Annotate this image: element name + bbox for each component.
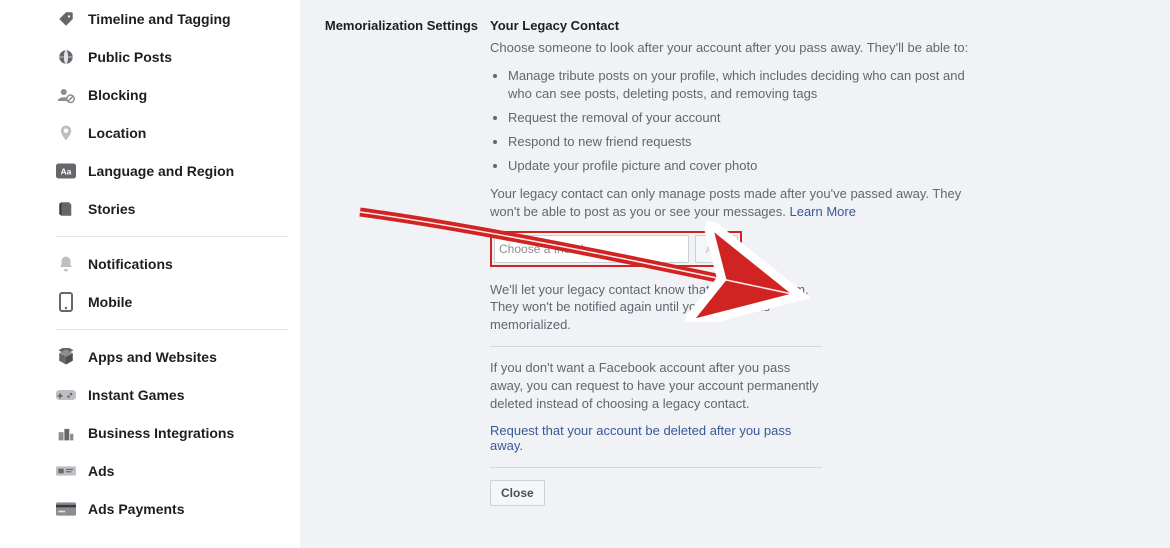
- sidebar-divider: [56, 329, 288, 330]
- ads-icon: [56, 461, 76, 481]
- legacy-contact-panel: Your Legacy Contact Choose someone to lo…: [490, 18, 990, 506]
- sidebar-item-label: Ads: [88, 463, 114, 479]
- sidebar-item-stories[interactable]: Stories: [56, 190, 288, 228]
- sidebar-item-label: Instant Games: [88, 387, 184, 403]
- sidebar-item-notifications[interactable]: Notifications: [56, 245, 288, 283]
- svg-text:Aa: Aa: [61, 166, 72, 176]
- sidebar-item-label: Timeline and Tagging: [88, 11, 231, 27]
- sidebar-item-label: Blocking: [88, 87, 147, 103]
- section-label-column: Memorialization Settings: [300, 18, 490, 506]
- choose-friend-input-wrap: [494, 235, 689, 263]
- delete-account-text: If you don't want a Facebook account aft…: [490, 359, 822, 413]
- legacy-limitations-text: Your legacy contact can only manage post…: [490, 185, 990, 221]
- list-item: Manage tribute posts on your profile, wh…: [508, 67, 990, 103]
- list-item: Request the removal of your account: [508, 109, 990, 127]
- list-item: Update your profile picture and cover ph…: [508, 157, 990, 175]
- sidebar-item-ads[interactable]: Ads: [56, 452, 288, 490]
- apps-icon: [56, 347, 76, 367]
- sidebar-item-label: Stories: [88, 201, 135, 217]
- content-divider: [490, 346, 822, 347]
- location-pin-icon: [56, 123, 76, 143]
- request-delete-link[interactable]: Request that your account be deleted aft…: [490, 423, 791, 453]
- sidebar-item-mobile[interactable]: Mobile: [56, 283, 288, 321]
- sidebar-item-timeline-tagging[interactable]: Timeline and Tagging: [56, 0, 288, 38]
- choose-friend-highlight: Add: [490, 231, 742, 267]
- sidebar-item-label: Notifications: [88, 256, 173, 272]
- sidebar-item-ads-payments[interactable]: Ads Payments: [56, 490, 288, 528]
- settings-sidebar: Timeline and Tagging Public Posts Blocki…: [0, 0, 300, 548]
- close-button[interactable]: Close: [490, 480, 545, 506]
- sidebar-item-language[interactable]: Aa Language and Region: [56, 152, 288, 190]
- sidebar-item-label: Public Posts: [88, 49, 172, 65]
- sidebar-divider: [56, 236, 288, 237]
- card-icon: [56, 499, 76, 519]
- language-icon: Aa: [56, 161, 76, 181]
- block-user-icon: [56, 85, 76, 105]
- legacy-limitations-span: Your legacy contact can only manage post…: [490, 186, 961, 219]
- sidebar-item-instant-games[interactable]: Instant Games: [56, 376, 288, 414]
- content-divider: [490, 467, 822, 468]
- sidebar-item-label: Language and Region: [88, 163, 234, 179]
- add-friend-button[interactable]: Add: [695, 235, 738, 263]
- learn-more-link[interactable]: Learn More: [789, 204, 855, 219]
- games-icon: [56, 385, 76, 405]
- mobile-icon: [56, 292, 76, 312]
- business-icon: [56, 423, 76, 443]
- list-item: Respond to new friend requests: [508, 133, 990, 151]
- tag-icon: [56, 9, 76, 29]
- settings-content: Memorialization Settings Your Legacy Con…: [300, 0, 1170, 548]
- sidebar-item-label: Business Integrations: [88, 425, 234, 441]
- panel-title: Your Legacy Contact: [490, 18, 990, 33]
- globe-icon: [56, 47, 76, 67]
- panel-intro: Choose someone to look after your accoun…: [490, 39, 990, 57]
- sidebar-item-business-integrations[interactable]: Business Integrations: [56, 414, 288, 452]
- sidebar-item-public-posts[interactable]: Public Posts: [56, 38, 288, 76]
- stories-icon: [56, 199, 76, 219]
- notify-legacy-text: We'll let your legacy contact know that …: [490, 281, 822, 335]
- sidebar-item-location[interactable]: Location: [56, 114, 288, 152]
- sidebar-item-label: Apps and Websites: [88, 349, 217, 365]
- sidebar-item-blocking[interactable]: Blocking: [56, 76, 288, 114]
- sidebar-item-label: Mobile: [88, 294, 132, 310]
- legacy-permissions-list: Manage tribute posts on your profile, wh…: [490, 67, 990, 175]
- choose-friend-input[interactable]: [499, 242, 684, 256]
- settings-page: Timeline and Tagging Public Posts Blocki…: [0, 0, 1170, 548]
- sidebar-item-apps-websites[interactable]: Apps and Websites: [56, 338, 288, 376]
- sidebar-item-label: Ads Payments: [88, 501, 184, 517]
- section-label: Memorialization Settings: [325, 18, 478, 33]
- sidebar-item-label: Location: [88, 125, 146, 141]
- bell-icon: [56, 254, 76, 274]
